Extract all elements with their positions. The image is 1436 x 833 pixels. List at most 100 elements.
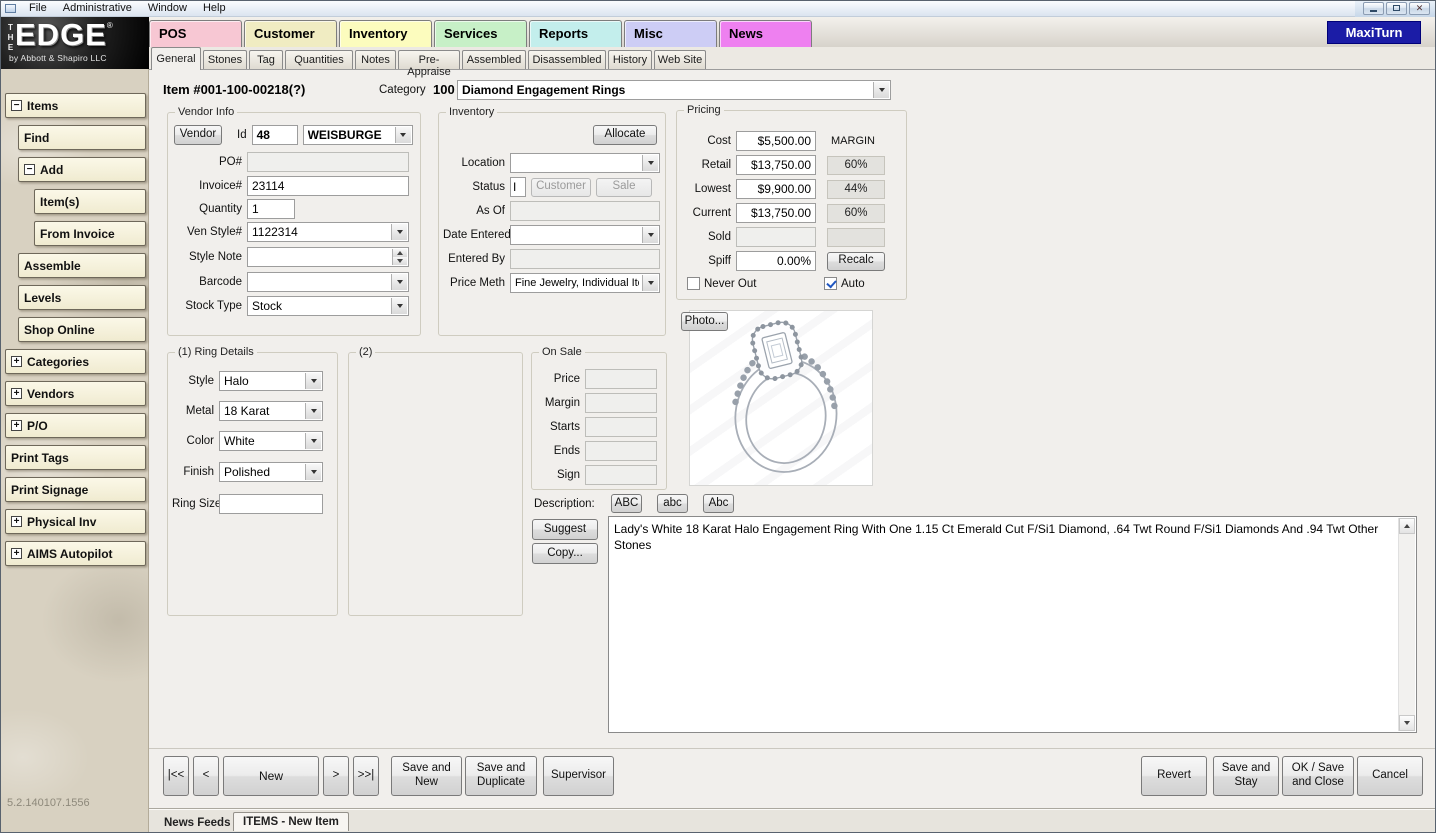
chevron-down-icon[interactable]: [642, 275, 658, 291]
menu-administrative[interactable]: Administrative: [55, 1, 140, 17]
ring-style-combo[interactable]: Halo: [219, 371, 323, 391]
save-and-duplicate-button[interactable]: Save and Duplicate: [465, 756, 537, 796]
ring-color-combo[interactable]: White: [219, 431, 323, 451]
category-combo[interactable]: Diamond Engagement Rings: [457, 80, 891, 100]
chevron-down-icon[interactable]: [305, 433, 321, 449]
previous-record-button[interactable]: <: [193, 756, 219, 796]
minimize-button[interactable]: [1363, 2, 1384, 15]
status-tab-news-feeds[interactable]: News Feeds: [155, 814, 239, 832]
current-field[interactable]: $13,750.00: [736, 203, 816, 223]
allocate-button[interactable]: Allocate: [593, 125, 657, 145]
style-note-field[interactable]: [247, 247, 409, 267]
tab-quantities[interactable]: Quantities: [285, 50, 353, 69]
sidebar-item-items[interactable]: −Items: [5, 93, 146, 118]
chevron-down-icon[interactable]: [391, 298, 407, 314]
calendar-dropdown-icon[interactable]: [642, 227, 658, 243]
copy-button[interactable]: Copy...: [532, 543, 598, 564]
item-photo[interactable]: [689, 310, 873, 486]
supervisor-button[interactable]: Supervisor: [543, 756, 614, 796]
tab-notes[interactable]: Notes: [355, 50, 396, 69]
sidebar-item-aims-autopilot[interactable]: +AIMS Autopilot: [5, 541, 146, 566]
tab-disassembled[interactable]: Disassembled: [528, 50, 606, 69]
ring-size-field[interactable]: [219, 494, 323, 514]
save-and-new-button[interactable]: Save and New: [391, 756, 462, 796]
vendor-name-combo[interactable]: WEISBURGE: [303, 125, 413, 145]
stock-type-combo[interactable]: Stock: [247, 296, 409, 316]
maxiturn-button[interactable]: MaxiTurn: [1327, 21, 1421, 44]
nav-tab-inventory[interactable]: Inventory: [339, 20, 432, 47]
date-entered-combo[interactable]: [510, 225, 660, 245]
lowercase-button[interactable]: abc: [657, 494, 688, 513]
suggest-button[interactable]: Suggest: [532, 519, 598, 540]
ven-style-combo[interactable]: 1122314: [247, 222, 409, 242]
expand-icon[interactable]: +: [11, 356, 22, 367]
menu-file[interactable]: File: [21, 1, 55, 17]
ring-finish-combo[interactable]: Polished: [219, 462, 323, 482]
lowest-field[interactable]: $9,900.00: [736, 179, 816, 199]
photo-button[interactable]: Photo...: [681, 312, 728, 331]
nav-tab-misc[interactable]: Misc: [624, 20, 717, 47]
never-out-checkbox[interactable]: Never Out: [687, 277, 756, 290]
last-record-button[interactable]: >>|: [353, 756, 379, 796]
collapse-icon[interactable]: −: [24, 164, 35, 175]
chevron-down-icon[interactable]: [395, 127, 411, 143]
chevron-down-icon[interactable]: [642, 155, 658, 171]
sidebar-item-levels[interactable]: Levels: [18, 285, 146, 310]
revert-button[interactable]: Revert: [1141, 756, 1207, 796]
tab-web-site[interactable]: Web Site: [654, 50, 706, 69]
tab-tag[interactable]: Tag: [249, 50, 283, 69]
sidebar-item-shop-online[interactable]: Shop Online: [18, 317, 146, 342]
nav-tab-news[interactable]: News: [719, 20, 812, 47]
expand-icon[interactable]: +: [11, 388, 22, 399]
price-meth-combo[interactable]: Fine Jewelry, Individual Item: [510, 273, 660, 293]
cancel-button[interactable]: Cancel: [1357, 756, 1423, 796]
menu-help[interactable]: Help: [195, 1, 234, 17]
menu-window[interactable]: Window: [140, 1, 195, 17]
ok-save-and-close-button[interactable]: OK / Save and Close: [1282, 756, 1354, 796]
vendor-id-field[interactable]: 48: [252, 125, 298, 145]
sidebar-item-print-signage[interactable]: Print Signage: [5, 477, 146, 502]
status-tab-items-new-item[interactable]: ITEMS - New Item: [233, 812, 349, 831]
sidebar-item-from-invoice[interactable]: From Invoice: [34, 221, 146, 246]
sidebar-item-add[interactable]: −Add: [18, 157, 146, 182]
tab-general[interactable]: General: [151, 47, 201, 70]
collapse-icon[interactable]: −: [11, 100, 22, 111]
recalc-button[interactable]: Recalc: [827, 252, 885, 271]
next-record-button[interactable]: >: [323, 756, 349, 796]
expand-icon[interactable]: +: [11, 516, 22, 527]
nav-tab-reports[interactable]: Reports: [529, 20, 622, 47]
expand-icon[interactable]: +: [11, 420, 22, 431]
scroll-down-icon[interactable]: [1399, 715, 1415, 731]
chevron-down-icon[interactable]: [391, 224, 407, 240]
scroll-up-icon[interactable]: [1399, 518, 1415, 534]
sidebar-item-vendors[interactable]: +Vendors: [5, 381, 146, 406]
chevron-down-icon[interactable]: [305, 373, 321, 389]
save-and-stay-button[interactable]: Save and Stay: [1213, 756, 1279, 796]
description-textarea[interactable]: Lady's White 18 Karat Halo Engagement Ri…: [608, 516, 1417, 733]
vendor-button[interactable]: Vendor: [174, 125, 222, 145]
status-field[interactable]: I: [510, 177, 526, 197]
first-record-button[interactable]: |<<: [163, 756, 189, 796]
nav-tab-services[interactable]: Services: [434, 20, 527, 47]
spiff-field[interactable]: 0.00%: [736, 251, 816, 271]
sidebar-item-assemble[interactable]: Assemble: [18, 253, 146, 278]
sidebar-item-items-add[interactable]: Item(s): [34, 189, 146, 214]
cost-field[interactable]: $5,500.00: [736, 131, 816, 151]
chevron-down-icon[interactable]: [391, 274, 407, 290]
tab-pre-appraise[interactable]: Pre-Appraise: [398, 50, 460, 69]
chevron-down-icon[interactable]: [305, 464, 321, 480]
description-scrollbar[interactable]: [1398, 518, 1415, 731]
chevron-down-icon[interactable]: [873, 82, 889, 98]
nav-tab-pos[interactable]: POS: [149, 20, 242, 47]
category-number-field[interactable]: 100: [433, 82, 455, 97]
auto-checkbox[interactable]: Auto: [824, 277, 865, 290]
tab-history[interactable]: History: [608, 50, 652, 69]
tab-stones[interactable]: Stones: [203, 50, 247, 69]
retail-field[interactable]: $13,750.00: [736, 155, 816, 175]
quantity-field[interactable]: 1: [247, 199, 295, 219]
expand-icon[interactable]: +: [11, 548, 22, 559]
nav-tab-customer[interactable]: Customer: [244, 20, 337, 47]
spinner-icon[interactable]: [392, 249, 407, 265]
sidebar-item-po[interactable]: +P/O: [5, 413, 146, 438]
chevron-down-icon[interactable]: [305, 403, 321, 419]
